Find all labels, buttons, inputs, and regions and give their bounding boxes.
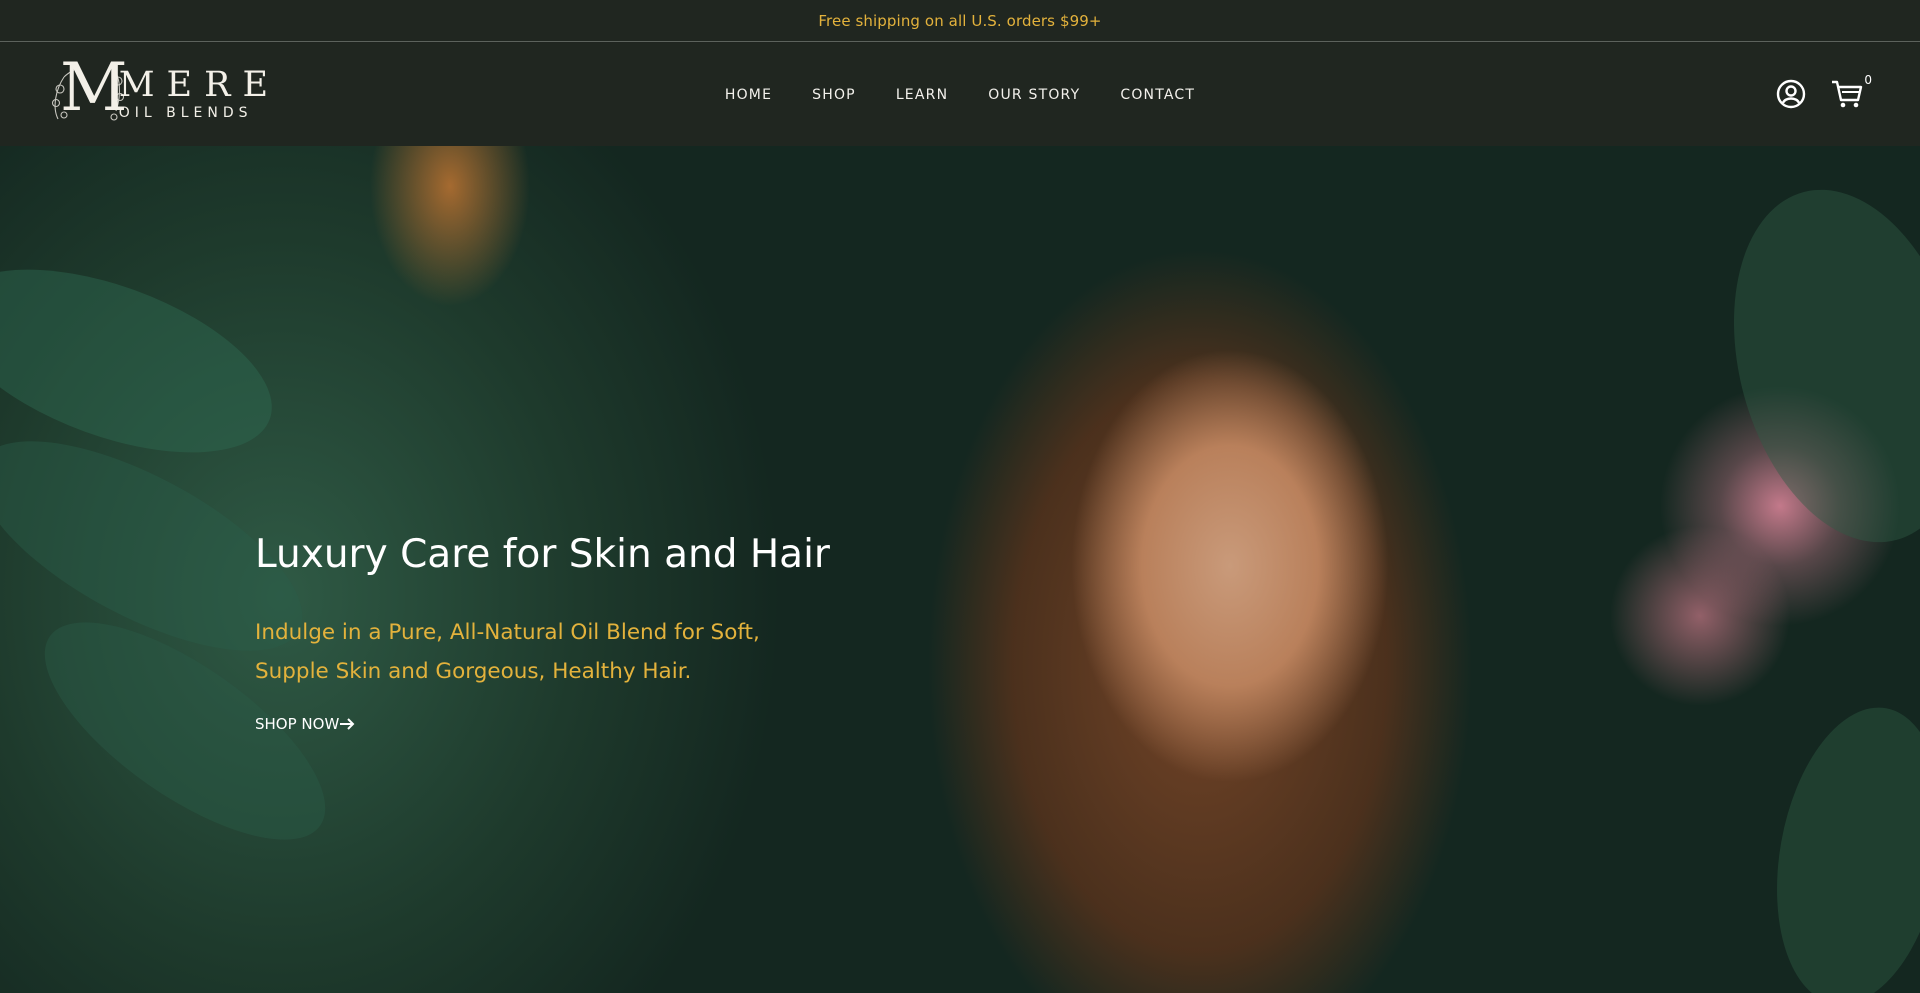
nav-home[interactable]: HOME (725, 87, 772, 103)
nav-our-story[interactable]: OUR STORY (988, 87, 1080, 103)
hero-subtitle: Indulge in a Pure, All-Natural Oil Blend… (255, 619, 760, 684)
logo-wordmark: MERE OIL BLENDS (118, 64, 280, 121)
announcement-bar: Free shipping on all U.S. orders $99+ (0, 0, 1920, 42)
shop-now-label: SHOP NOW (255, 714, 340, 733)
logo-mark: M (50, 55, 128, 129)
main-nav: HOME SHOP LEARN OUR STORY CONTACT (0, 43, 1920, 146)
logo-letter: M (60, 49, 128, 126)
nav-learn[interactable]: LEARN (896, 87, 948, 103)
background-leaf (1755, 694, 1920, 993)
account-button[interactable] (1774, 77, 1808, 111)
shopping-cart-icon (1832, 80, 1863, 108)
hero-banner: Luxury Care for Skin and Hair Indulge in… (0, 146, 1920, 993)
nav-shop[interactable]: SHOP (812, 87, 856, 103)
logo-line-1: MERE (118, 64, 280, 105)
announcement-text: Free shipping on all U.S. orders $99+ (818, 11, 1102, 30)
header-icons: 0 (1774, 73, 1872, 111)
cart-count-badge: 0 (1864, 73, 1872, 87)
site-header: M MERE OIL BLENDS HOME SHOP LEARN OUR ST… (0, 43, 1920, 146)
logo[interactable]: M MERE OIL BLENDS (50, 55, 280, 129)
hero-title: Luxury Care for Skin and Hair (255, 532, 830, 577)
nav-contact[interactable]: CONTACT (1120, 87, 1195, 103)
shop-now-link[interactable]: SHOP NOW (255, 715, 355, 733)
user-circle-icon (1776, 79, 1806, 109)
arrow-right-icon (340, 718, 355, 730)
hero-content: Luxury Care for Skin and Hair Indulge in… (255, 532, 855, 733)
cart-button[interactable]: 0 (1830, 73, 1872, 111)
logo-line-2: OIL BLENDS (118, 104, 253, 121)
background-leaf (1697, 163, 1920, 569)
